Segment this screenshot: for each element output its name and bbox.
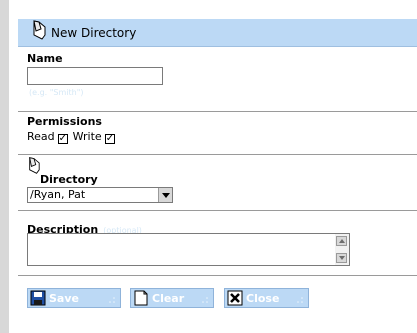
folder-tab-icon: [29, 157, 40, 174]
description-scrollbar[interactable]: [335, 234, 349, 265]
directory-selected-value: /Ryan, Pat: [30, 188, 86, 201]
scroll-up-button[interactable]: [336, 236, 347, 246]
permissions-label: Permissions: [27, 115, 102, 128]
write-checkbox[interactable]: ✓: [104, 134, 115, 144]
new-directory-panel: New Directory Name (e.g. "Smith") Permis…: [18, 5, 417, 333]
dialog-title: New Directory: [51, 25, 137, 40]
window-frame: New Directory Name (e.g. "Smith") Permis…: [0, 0, 417, 333]
grip-icon: [297, 297, 303, 303]
blank-page-icon: [134, 290, 148, 306]
name-label: Name: [27, 52, 63, 65]
dialog-titlebar: New Directory: [18, 19, 417, 47]
name-field[interactable]: [27, 67, 163, 85]
save-button[interactable]: Save: [27, 288, 121, 308]
name-hint: (e.g. "Smith"): [29, 88, 84, 97]
directory-label: Directory: [40, 173, 98, 186]
grip-icon: [202, 297, 208, 303]
read-label: Read: [27, 130, 55, 143]
close-button[interactable]: Close: [224, 288, 309, 308]
clear-label: Clear: [152, 291, 185, 305]
permissions-options: Read ✓ Write ✓: [27, 130, 120, 144]
description-textarea[interactable]: [27, 233, 350, 266]
floppy-disk-icon: [30, 290, 46, 306]
x-close-icon: [227, 290, 243, 306]
description-section: Description (optional): [18, 211, 417, 276]
scroll-down-button[interactable]: [336, 253, 347, 263]
directory-section: Directory /Ryan, Pat: [18, 155, 417, 211]
grip-icon: [109, 297, 115, 303]
write-label: Write: [72, 130, 102, 143]
clear-button[interactable]: Clear: [130, 288, 214, 308]
save-label: Save: [49, 291, 79, 305]
close-label: Close: [246, 291, 280, 305]
permissions-section: Permissions Read ✓ Write ✓: [18, 112, 417, 155]
directory-select[interactable]: /Ryan, Pat: [27, 187, 173, 203]
read-checkbox[interactable]: ✓: [57, 134, 68, 144]
name-section: Name (e.g. "Smith"): [18, 48, 417, 112]
folder-tab-icon: [33, 19, 46, 40]
chevron-down-icon[interactable]: [158, 188, 172, 202]
